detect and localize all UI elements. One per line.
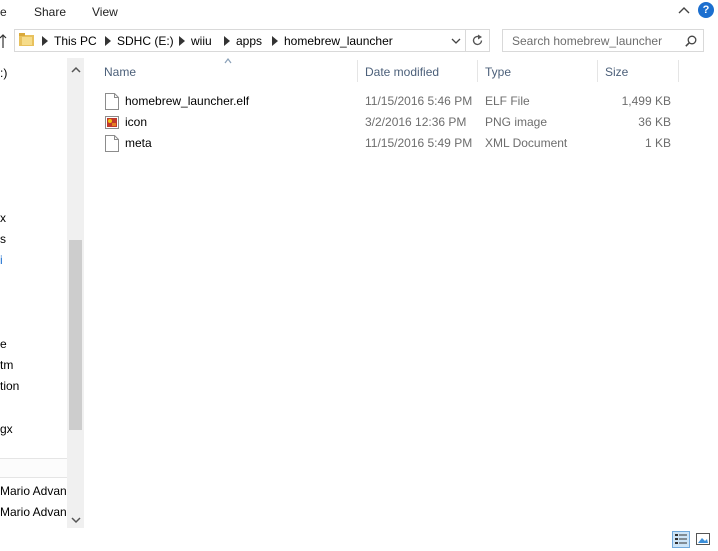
search-input[interactable]: Search homebrew_launcher — [512, 34, 662, 48]
chevron-right-icon[interactable] — [272, 36, 278, 46]
chevron-down-icon[interactable] — [451, 36, 461, 46]
nav-item[interactable]: Mario Advan — [0, 505, 67, 519]
column-separator[interactable] — [678, 60, 679, 82]
nav-item[interactable]: s — [0, 232, 6, 246]
chevron-right-icon[interactable] — [42, 36, 48, 46]
large-icons-view-icon — [696, 533, 710, 545]
file-type: PNG image — [485, 115, 548, 129]
file-size: 36 KB — [638, 115, 671, 129]
file-size: 1,499 KB — [621, 94, 671, 108]
ribbon: e Share View ? — [0, 0, 718, 24]
image-icon — [105, 116, 119, 129]
details-view-icon — [675, 534, 687, 544]
file-name: meta — [125, 136, 152, 150]
table-row[interactable]: meta 11/15/2016 5:49 PM XML Document 1 K… — [100, 133, 690, 154]
column-header-date[interactable]: Date modified — [365, 65, 439, 79]
search-icon[interactable] — [685, 35, 697, 47]
table-row[interactable]: icon 3/2/2016 12:36 PM PNG image 36 KB — [100, 112, 690, 133]
folder-icon — [19, 33, 34, 46]
refresh-button[interactable] — [466, 29, 490, 52]
column-separator[interactable] — [357, 60, 358, 82]
navigation-pane: :) x s i e tm tion gx Mario Advan Mario … — [0, 58, 84, 528]
file-date: 11/15/2016 5:49 PM — [365, 136, 473, 150]
file-icon — [105, 93, 119, 110]
chevron-up-icon[interactable] — [676, 3, 692, 19]
chevron-up-icon[interactable] — [71, 66, 81, 74]
file-name: homebrew_launcher.elf — [125, 94, 250, 108]
breadcrumb-sdhc[interactable]: SDHC (E:) — [117, 34, 174, 48]
nav-scrollbar-thumb[interactable] — [69, 240, 82, 430]
file-type: ELF File — [485, 94, 530, 108]
large-icons-view-button[interactable] — [694, 531, 712, 548]
address-bar[interactable]: This PC SDHC (E:) wiiu apps homebrew_lau… — [14, 29, 466, 52]
nav-item[interactable]: tm — [0, 358, 13, 372]
ribbon-tab-home[interactable]: e — [0, 5, 7, 19]
column-separator[interactable] — [597, 60, 598, 82]
chevron-down-icon[interactable] — [71, 516, 81, 524]
nav-item[interactable]: Mario Advan — [0, 484, 67, 498]
sort-ascending-icon — [224, 58, 232, 64]
details-view-button[interactable] — [672, 531, 690, 548]
file-date: 3/2/2016 12:36 PM — [365, 115, 467, 129]
file-size: 1 KB — [644, 136, 671, 150]
breadcrumb-this-pc[interactable]: This PC — [54, 34, 97, 48]
ribbon-tab-share[interactable]: Share — [34, 5, 66, 19]
file-name: icon — [125, 115, 148, 129]
chevron-right-icon[interactable] — [224, 36, 230, 46]
breadcrumb-apps[interactable]: apps — [236, 34, 262, 48]
nav-item[interactable]: gx — [0, 422, 13, 436]
column-header-size[interactable]: Size — [605, 65, 628, 79]
file-date: 11/15/2016 5:46 PM — [365, 94, 473, 108]
breadcrumb-homebrew-launcher[interactable]: homebrew_launcher — [284, 34, 393, 48]
nav-item[interactable]: e — [0, 337, 7, 351]
search-box[interactable]: Search homebrew_launcher — [502, 29, 704, 52]
file-type: XML Document — [485, 136, 568, 150]
refresh-icon — [472, 34, 483, 46]
column-header-type[interactable]: Type — [485, 65, 511, 79]
help-button[interactable]: ? — [698, 2, 714, 18]
table-row[interactable]: homebrew_launcher.elf 11/15/2016 5:46 PM… — [100, 91, 690, 112]
column-header-name[interactable]: Name — [104, 65, 136, 79]
nav-divider — [0, 458, 67, 478]
nav-item[interactable]: tion — [0, 379, 19, 393]
column-separator[interactable] — [477, 60, 478, 82]
file-icon — [105, 135, 119, 152]
ribbon-tab-view[interactable]: View — [92, 5, 118, 19]
breadcrumb-wiiu[interactable]: wiiu — [191, 34, 212, 48]
file-list: Name Date modified Type Size homebrew_la… — [90, 58, 718, 528]
nav-item[interactable]: :) — [0, 66, 7, 80]
chevron-right-icon[interactable] — [105, 36, 111, 46]
up-arrow-icon[interactable] — [0, 33, 10, 49]
nav-item[interactable]: i — [0, 253, 3, 267]
chevron-right-icon[interactable] — [179, 36, 185, 46]
address-row: This PC SDHC (E:) wiiu apps homebrew_lau… — [0, 28, 718, 54]
nav-item[interactable]: x — [0, 211, 6, 225]
